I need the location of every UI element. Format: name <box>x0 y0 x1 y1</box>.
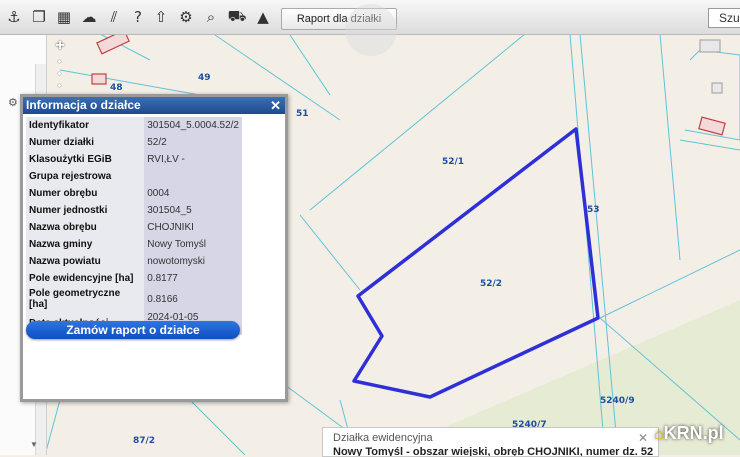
row-value: 301504_5 <box>144 202 242 219</box>
map-label: 87/2 <box>133 436 156 446</box>
row-value: 0.8166 <box>144 287 242 311</box>
gear-icon[interactable]: ⚙ <box>8 96 18 109</box>
parcel-summary-box: Działka ewidencyjna ✕ Nowy Tomyśl - obsz… <box>322 427 659 457</box>
parcel-info-table: Identyfikator 301504_5.0004.52/2 Numer dz… <box>26 117 242 335</box>
upload-icon[interactable]: ⇧ <box>150 6 172 28</box>
row-key: Numer obrębu <box>26 185 145 202</box>
row-value: CHOJNIKI <box>144 219 242 236</box>
map-label: 48 <box>110 83 123 93</box>
table-row: Klasoużytki EGiB RVI,ŁV - <box>26 151 242 168</box>
row-value: RVI,ŁV - <box>144 151 242 168</box>
grid-icon[interactable]: ▦ <box>53 6 75 28</box>
measure-icon[interactable]: ⫽ <box>103 6 125 28</box>
search-button[interactable]: Szuk <box>708 8 740 28</box>
row-value: 0.8177 <box>144 270 242 287</box>
zoom-in-button[interactable]: + <box>52 38 68 54</box>
watermark-text: KRN.pl <box>663 423 724 443</box>
map-label: 52/2 <box>480 279 503 289</box>
row-key: Pole ewidencyjne [ha] <box>26 270 145 287</box>
table-row: Numer działki 52/2 <box>26 134 242 151</box>
table-row: Numer jednostki 301504_5 <box>26 202 242 219</box>
zoom-dot[interactable] <box>58 84 61 87</box>
cart-icon[interactable]: ⛟ <box>226 6 248 28</box>
table-row: Pole ewidencyjne [ha] 0.8177 <box>26 270 242 287</box>
row-key: Pole geometryczne [ha] <box>26 287 145 311</box>
row-key: Grupa rejestrowa <box>26 168 145 185</box>
house-logo-icon: ⌂ <box>654 426 664 443</box>
row-value <box>144 168 242 185</box>
row-key: Numer działki <box>26 134 145 151</box>
row-value: Nowy Tomyśl <box>144 236 242 253</box>
zoom-dot[interactable] <box>58 72 61 75</box>
row-key: Numer jednostki <box>26 202 145 219</box>
table-row: Pole geometryczne [ha] 0.8166 <box>26 287 242 311</box>
table-row: Nazwa obrębu CHOJNIKI <box>26 219 242 236</box>
popup-title: Informacja o działce <box>26 98 141 112</box>
close-icon[interactable]: ✕ <box>270 98 281 114</box>
row-value: 301504_5.0004.52/2 <box>144 117 242 134</box>
zoom-icon[interactable]: ⌕ <box>200 6 222 28</box>
order-report-button[interactable]: Zamów raport o działce <box>26 321 240 339</box>
layers-icon[interactable]: ❐ <box>28 6 50 28</box>
table-row: Grupa rejestrowa <box>26 168 242 185</box>
map-label: 49 <box>198 73 211 83</box>
summary-title: Działka ewidencyjna <box>333 432 433 444</box>
map-label: 51 <box>296 109 309 119</box>
table-row: Nazwa gminy Nowy Tomyśl <box>26 236 242 253</box>
remax-logo <box>345 4 397 56</box>
watermark: ⌂KRN.pl <box>654 423 724 444</box>
row-key: Nazwa gminy <box>26 236 145 253</box>
table-row: Nazwa powiatu nowotomyski <box>26 253 242 270</box>
row-value: nowotomyski <box>144 253 242 270</box>
row-value: 0004 <box>144 185 242 202</box>
row-key: Nazwa powiatu <box>26 253 145 270</box>
road-icon[interactable]: ▲ <box>252 6 274 28</box>
map-label: 53 <box>587 205 600 215</box>
info-icon[interactable]: ⚓ <box>3 6 25 28</box>
zoom-dot[interactable] <box>58 60 61 63</box>
row-key: Klasoużytki EGiB <box>26 151 145 168</box>
scroll-down-icon[interactable]: ▼ <box>30 440 38 449</box>
row-key: Identyfikator <box>26 117 145 134</box>
settings-icon[interactable]: ⚙ <box>175 6 197 28</box>
row-value: 52/2 <box>144 134 242 151</box>
table-row: Numer obrębu 0004 <box>26 185 242 202</box>
close-icon[interactable]: ✕ <box>638 431 648 445</box>
row-key: Nazwa obrębu <box>26 219 145 236</box>
parcel-info-popup: Informacja o działce ✕ Identyfikator 3015… <box>20 94 288 402</box>
chat-icon[interactable]: ☁ <box>78 6 100 28</box>
map-label: 5240/9 <box>600 396 635 406</box>
popup-header: Informacja o działce ✕ <box>23 97 285 114</box>
map-label: 52/1 <box>442 157 465 167</box>
help-icon[interactable]: ? <box>127 6 149 28</box>
table-row: Identyfikator 301504_5.0004.52/2 <box>26 117 242 134</box>
